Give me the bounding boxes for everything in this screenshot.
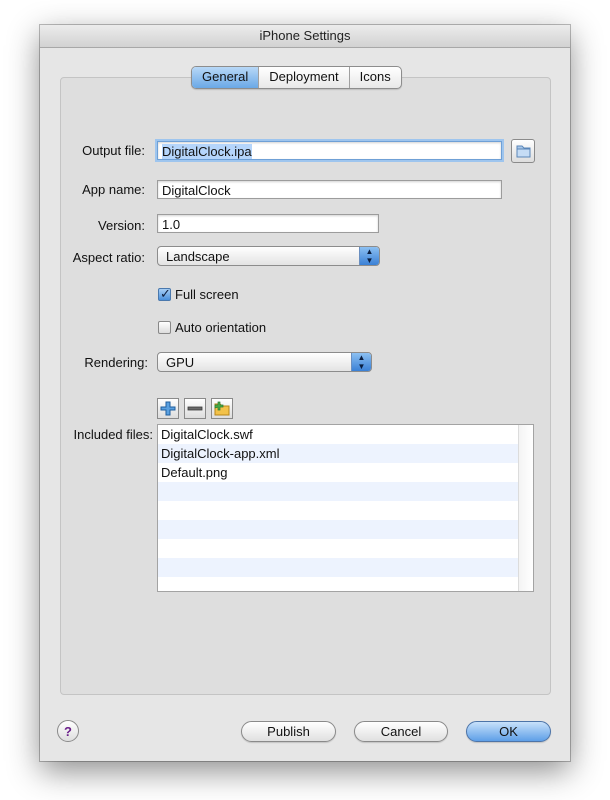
add-folder-button[interactable] bbox=[211, 398, 233, 419]
app-name-field[interactable]: DigitalClock bbox=[157, 180, 502, 199]
aspect-ratio-label: Aspect ratio: bbox=[72, 250, 145, 265]
tab-general[interactable]: General bbox=[192, 67, 260, 88]
version-label: Version: bbox=[98, 218, 145, 233]
remove-file-button[interactable] bbox=[184, 398, 206, 419]
tab-icons[interactable]: Icons bbox=[350, 67, 401, 88]
output-file-field[interactable]: DigitalClock.ipa bbox=[157, 141, 502, 160]
general-tab-panel bbox=[60, 77, 551, 695]
aspect-ratio-select[interactable]: Landscape ▲ ▼ bbox=[157, 246, 380, 266]
auto-orientation-checkbox[interactable] bbox=[158, 321, 171, 334]
publish-button[interactable]: Publish bbox=[241, 721, 336, 742]
empty-row bbox=[158, 482, 533, 501]
browse-output-button[interactable] bbox=[511, 139, 535, 163]
rendering-select[interactable]: GPU ▲ ▼ bbox=[157, 352, 372, 372]
full-screen-checkbox[interactable]: ✓ bbox=[158, 286, 171, 301]
included-files-list[interactable]: DigitalClock.swf DigitalClock-app.xml De… bbox=[157, 424, 534, 592]
list-item[interactable]: Default.png bbox=[158, 463, 533, 482]
output-file-value: DigitalClock.ipa bbox=[162, 144, 252, 159]
tab-deployment[interactable]: Deployment bbox=[259, 67, 350, 88]
version-field[interactable]: 1.0 bbox=[157, 214, 379, 233]
list-item[interactable]: DigitalClock.swf bbox=[158, 425, 533, 444]
full-screen-label: Full screen bbox=[175, 287, 239, 302]
up-down-arrows-icon: ▲ ▼ bbox=[359, 247, 379, 265]
included-files-label: Included files: bbox=[73, 427, 154, 442]
iphone-settings-dialog: iPhone Settings General Deployment Icons… bbox=[40, 25, 570, 761]
aspect-ratio-value: Landscape bbox=[166, 249, 230, 264]
folder-icon bbox=[516, 145, 531, 158]
plus-icon bbox=[160, 401, 176, 416]
cancel-button[interactable]: Cancel bbox=[354, 721, 448, 742]
output-file-label: Output file: bbox=[82, 143, 145, 158]
rendering-value: GPU bbox=[166, 355, 195, 370]
empty-row bbox=[158, 501, 533, 520]
empty-row bbox=[158, 539, 533, 558]
empty-row bbox=[158, 520, 533, 539]
auto-orientation-label: Auto orientation bbox=[175, 320, 267, 335]
tab-bar: General Deployment Icons bbox=[191, 66, 402, 89]
app-name-label: App name: bbox=[82, 182, 145, 197]
empty-row bbox=[158, 558, 533, 577]
checkmark-icon: ✓ bbox=[160, 286, 171, 301]
rendering-label: Rendering: bbox=[84, 355, 148, 370]
help-button[interactable]: ? bbox=[57, 720, 79, 742]
add-file-button[interactable] bbox=[157, 398, 179, 419]
ok-button[interactable]: OK bbox=[466, 721, 551, 742]
folder-add-icon bbox=[214, 401, 230, 416]
up-down-arrows-icon: ▲ ▼ bbox=[351, 353, 371, 371]
list-scroll-gutter bbox=[518, 425, 533, 591]
minus-icon bbox=[187, 406, 203, 411]
window-title: iPhone Settings bbox=[40, 25, 570, 48]
list-item[interactable]: DigitalClock-app.xml bbox=[158, 444, 533, 463]
